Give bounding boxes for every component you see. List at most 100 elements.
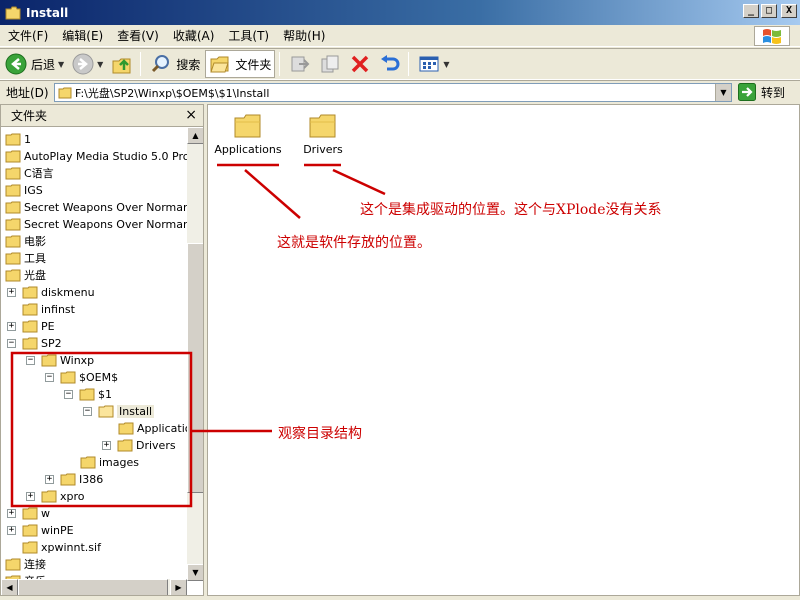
folder-tree: 1 AutoPlay Media Studio 5.0 Projects C语言…: [1, 129, 187, 581]
content-pane: Applications Drivers: [207, 104, 800, 596]
applications-annotation: 这就是软件存放的位置。: [277, 235, 431, 251]
tree-node[interactable]: infinst: [22, 301, 75, 317]
maximize-button[interactable]: □: [761, 4, 777, 18]
expand-icon[interactable]: +: [26, 491, 35, 501]
tree-node[interactable]: Secret Weapons Over Normandy1: [5, 216, 187, 232]
collapse-icon[interactable]: −: [83, 406, 92, 416]
tree-node[interactable]: xpwinnt.sif: [22, 539, 101, 555]
tree-node[interactable]: 1: [5, 131, 31, 147]
tree-node[interactable]: + w: [7, 505, 50, 521]
tree-node[interactable]: 工具: [5, 250, 46, 266]
collapse-icon[interactable]: −: [45, 372, 54, 382]
folder-icon: [41, 490, 57, 502]
close-button[interactable]: X: [781, 4, 797, 18]
folder-icon: [58, 87, 72, 98]
tree-node[interactable]: IGS: [5, 182, 43, 198]
folder-icon: [5, 201, 21, 213]
folder-item-drivers[interactable]: Drivers: [283, 113, 363, 156]
tree-node[interactable]: − $OEM$: [45, 369, 118, 385]
delete-x-icon: [352, 55, 369, 73]
expand-icon[interactable]: +: [45, 474, 54, 484]
tree-node[interactable]: AutoPlay Media Studio 5.0 Projects: [5, 148, 187, 164]
copy-to-icon: [321, 55, 339, 73]
views-grid-icon: [419, 56, 439, 72]
tree-node[interactable]: Secret Weapons Over Normandy: [5, 199, 187, 215]
folder-icon: [234, 114, 261, 138]
scroll-thumb[interactable]: [18, 579, 168, 595]
scroll-up-icon[interactable]: ▲: [187, 127, 203, 144]
folder-icon: [22, 286, 38, 298]
chevron-down-icon[interactable]: ▼: [97, 60, 103, 69]
tree-node[interactable]: 光盘: [5, 267, 46, 283]
horizontal-scrollbar[interactable]: ◀ ▶: [1, 579, 187, 595]
collapse-icon[interactable]: −: [7, 338, 16, 348]
expand-icon[interactable]: +: [7, 287, 16, 297]
tree-node[interactable]: − Winxp: [26, 352, 94, 368]
close-icon[interactable]: ×: [185, 107, 197, 123]
scroll-left-icon[interactable]: ◀: [1, 579, 18, 595]
menu-help[interactable]: 帮助(H): [277, 27, 331, 44]
expand-icon[interactable]: +: [7, 525, 16, 535]
chevron-down-icon[interactable]: ▼: [58, 60, 64, 69]
menu-view[interactable]: 查看(V): [111, 27, 165, 44]
folder-icon: [98, 405, 114, 417]
scroll-down-icon[interactable]: ▼: [187, 564, 203, 581]
forward-button[interactable]: ▼: [69, 50, 106, 78]
drivers-annotation: 这个是集成驱动的位置。这个与XPlode没有关系: [360, 202, 662, 218]
folder-item-applications[interactable]: Applications: [208, 113, 288, 156]
tree-node[interactable]: 连接: [5, 556, 46, 572]
move-to-button[interactable]: [286, 50, 314, 78]
tree-node[interactable]: − SP2: [7, 335, 62, 351]
minimize-button[interactable]: _: [743, 4, 759, 18]
undo-button[interactable]: [376, 50, 404, 78]
tree-node[interactable]: Applications: [118, 420, 187, 436]
chevron-down-icon[interactable]: ▼: [443, 60, 449, 69]
folder-label: Drivers: [303, 143, 343, 156]
expand-icon[interactable]: +: [102, 440, 111, 450]
collapse-icon[interactable]: −: [64, 389, 73, 399]
menu-tools[interactable]: 工具(T): [222, 27, 275, 44]
search-icon: [152, 55, 170, 73]
menu-file[interactable]: 文件(F): [2, 27, 54, 44]
scroll-right-icon[interactable]: ▶: [170, 579, 187, 595]
search-button[interactable]: 搜索: [147, 50, 203, 78]
up-folder-button[interactable]: [108, 50, 136, 78]
back-button[interactable]: 后退 ▼: [2, 50, 67, 78]
tree-node[interactable]: images: [80, 454, 139, 470]
tree-node[interactable]: + diskmenu: [7, 284, 95, 300]
address-input[interactable]: F:\光盘\SP2\Winxp\$OEM$\$1\Install ▼: [54, 83, 732, 102]
views-button[interactable]: ▼: [415, 50, 452, 78]
toolbar-separator: [408, 52, 410, 76]
title-bar[interactable]: Install _ □ X: [0, 0, 800, 25]
folders-button[interactable]: 文件夹: [205, 50, 276, 78]
tree-node[interactable]: + PE: [7, 318, 55, 334]
delete-button[interactable]: [346, 50, 374, 78]
folder-icon: [5, 167, 21, 179]
menu-favorites[interactable]: 收藏(A): [167, 27, 221, 44]
menu-edit[interactable]: 编辑(E): [56, 27, 109, 44]
windows-logo-icon: [754, 26, 790, 46]
tree-node[interactable]: + winPE: [7, 522, 74, 538]
undo-icon: [381, 55, 400, 71]
tree-node[interactable]: + I386: [45, 471, 103, 487]
collapse-icon[interactable]: −: [26, 355, 35, 365]
go-button[interactable]: 转到: [738, 83, 785, 101]
copy-to-button[interactable]: [316, 50, 344, 78]
folder-icon: [117, 439, 133, 451]
menu-bar: 文件(F) 编辑(E) 查看(V) 收藏(A) 工具(T) 帮助(H): [0, 25, 800, 47]
scroll-thumb[interactable]: [187, 243, 203, 493]
tree-node[interactable]: + Drivers: [102, 437, 176, 453]
folder-icon: [22, 337, 38, 349]
tree-node[interactable]: C语言: [5, 165, 54, 181]
folders-icon: [210, 56, 230, 73]
expand-icon[interactable]: +: [7, 508, 16, 518]
tree-node[interactable]: + xpro: [26, 488, 85, 504]
expand-icon[interactable]: +: [7, 321, 16, 331]
address-dropdown-button[interactable]: ▼: [715, 84, 731, 101]
tree-node[interactable]: − $1: [64, 386, 112, 402]
toolbar-separator: [140, 52, 142, 76]
tree-node[interactable]: 电影: [5, 233, 46, 249]
tree-node[interactable]: − Install: [83, 403, 155, 419]
folder-icon: [79, 388, 95, 400]
vertical-scrollbar[interactable]: ▲ ▼: [187, 127, 203, 581]
